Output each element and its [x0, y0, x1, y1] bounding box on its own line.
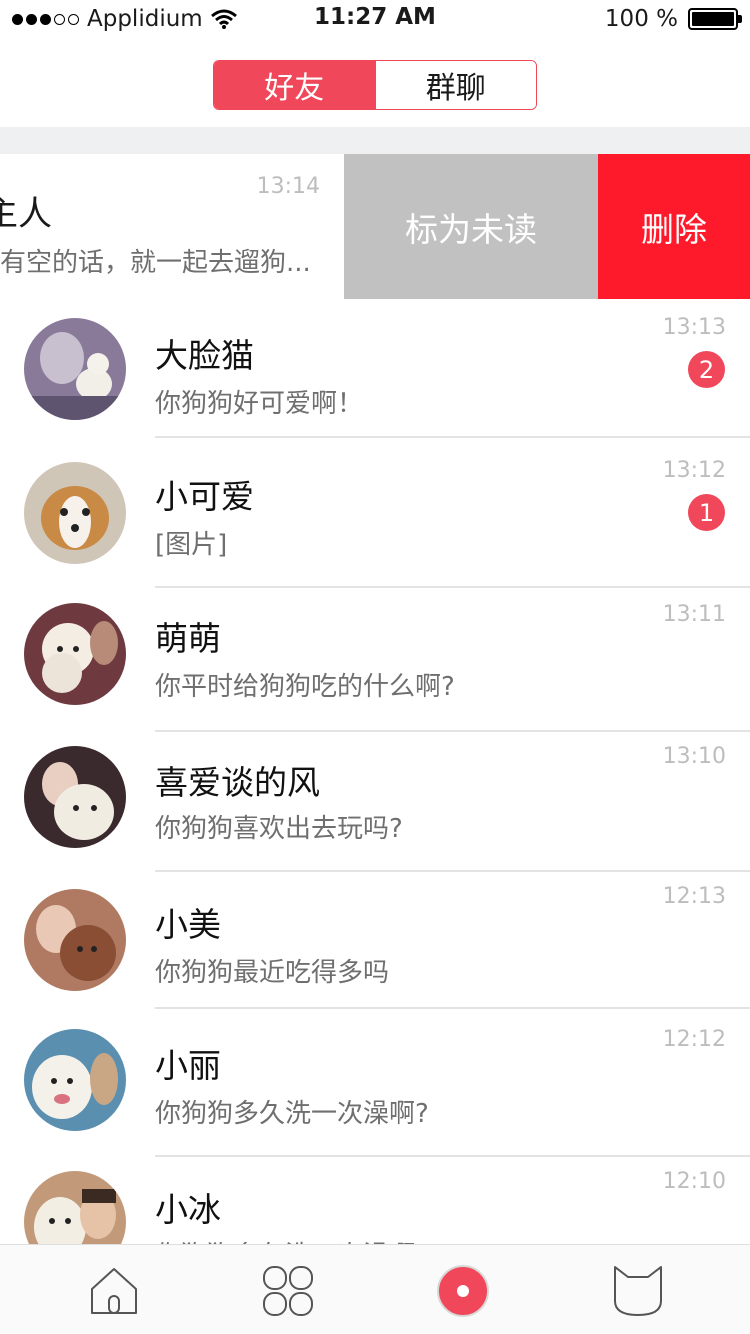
tab-discover[interactable]: [260, 1263, 316, 1319]
avatar: [24, 1029, 126, 1131]
tab-record[interactable]: [435, 1263, 491, 1319]
message-time: 13:10: [662, 744, 726, 769]
avatar: [24, 1171, 126, 1244]
grid-icon: [263, 1266, 313, 1316]
tab-profile[interactable]: [610, 1263, 666, 1319]
cat-icon: [614, 1266, 662, 1316]
contact-name: 小可爱: [155, 477, 254, 516]
contact-name: 小丽: [155, 1046, 221, 1085]
message-preview: [图片]: [155, 530, 228, 560]
chat-row[interactable]: 小丽 你狗狗多久洗一次澡啊? 12:12: [0, 1007, 750, 1155]
message-time: 13:13: [662, 315, 726, 340]
contact-name: 主人: [0, 194, 52, 234]
message-preview: 你狗狗多久洗一次澡啊?: [155, 1235, 429, 1244]
row-separator: [155, 436, 750, 438]
battery-icon: [688, 8, 742, 30]
contact-name: 喜爱谈的风: [155, 763, 320, 802]
unread-badge: 2: [688, 351, 725, 388]
avatar: [24, 603, 126, 705]
battery-percent: 100 %: [604, 6, 678, 32]
message-preview: 你狗狗喜欢出去玩吗?: [155, 814, 403, 844]
message-preview: 有空的话，就一起去遛狗...: [0, 248, 311, 278]
avatar: [24, 462, 126, 564]
chat-row[interactable]: 喜爱谈的风 你狗狗喜欢出去玩吗? 13:10: [0, 730, 750, 870]
mark-unread-button[interactable]: 标为未读: [344, 154, 598, 299]
message-time: 13:11: [662, 602, 726, 627]
chat-row[interactable]: 小美 你狗狗最近吃得多吗 12:13: [0, 870, 750, 1007]
segmented-control: 好友 群聊: [213, 60, 537, 110]
message-time: 12:10: [662, 1169, 726, 1194]
section-divider: [0, 127, 750, 154]
tab-bar: [0, 1244, 750, 1334]
message-preview: 你狗狗多久洗一次澡啊?: [155, 1099, 429, 1129]
message-preview: 你狗狗好可爱啊！: [155, 389, 364, 419]
home-icon: [91, 1268, 137, 1314]
chat-row[interactable]: 小冰 你狗狗多久洗一次澡啊? 12:10: [0, 1155, 750, 1244]
record-icon: [437, 1265, 489, 1317]
chat-row[interactable]: 小可爱 [图片] 13:12 1: [0, 436, 750, 586]
tab-groups[interactable]: 群聊: [374, 61, 536, 109]
tab-friends[interactable]: 好友: [214, 61, 375, 109]
avatar: [24, 746, 126, 848]
row-separator: [155, 730, 750, 732]
row-separator: [155, 586, 750, 588]
message-time: 12:13: [662, 884, 726, 909]
swiped-row-content[interactable]: 主人 有空的话，就一起去遛狗... 13:14: [0, 154, 344, 299]
unread-badge: 1: [688, 494, 725, 531]
message-preview: 你狗狗最近吃得多吗: [155, 958, 390, 988]
contact-name: 萌萌: [155, 619, 221, 658]
message-preview: 你平时给狗狗吃的什么啊?: [155, 672, 455, 702]
row-separator: [155, 1007, 750, 1009]
contact-name: 小美: [155, 905, 221, 944]
tab-home[interactable]: [86, 1263, 142, 1319]
chat-row[interactable]: 大脸猫 你狗狗好可爱啊！ 13:13 2: [0, 299, 750, 436]
row-separator: [155, 1155, 750, 1157]
swiped-chat-row[interactable]: 主人 有空的话，就一起去遛狗... 13:14 标为未读 删除: [0, 154, 750, 299]
contact-name: 大脸猫: [155, 336, 254, 375]
row-separator: [155, 870, 750, 872]
chat-row[interactable]: 萌萌 你平时给狗狗吃的什么啊? 13:11: [0, 586, 750, 730]
message-time: 13:14: [256, 174, 320, 199]
contact-name: 小冰: [155, 1190, 221, 1229]
message-time: 13:12: [662, 458, 726, 483]
message-time: 12:12: [662, 1027, 726, 1052]
delete-button[interactable]: 删除: [598, 154, 750, 299]
status-bar: Applidium 11:27 AM 100 %: [0, 0, 750, 40]
status-right: 100 %: [604, 4, 742, 34]
avatar: [24, 318, 126, 420]
avatar: [24, 889, 126, 991]
